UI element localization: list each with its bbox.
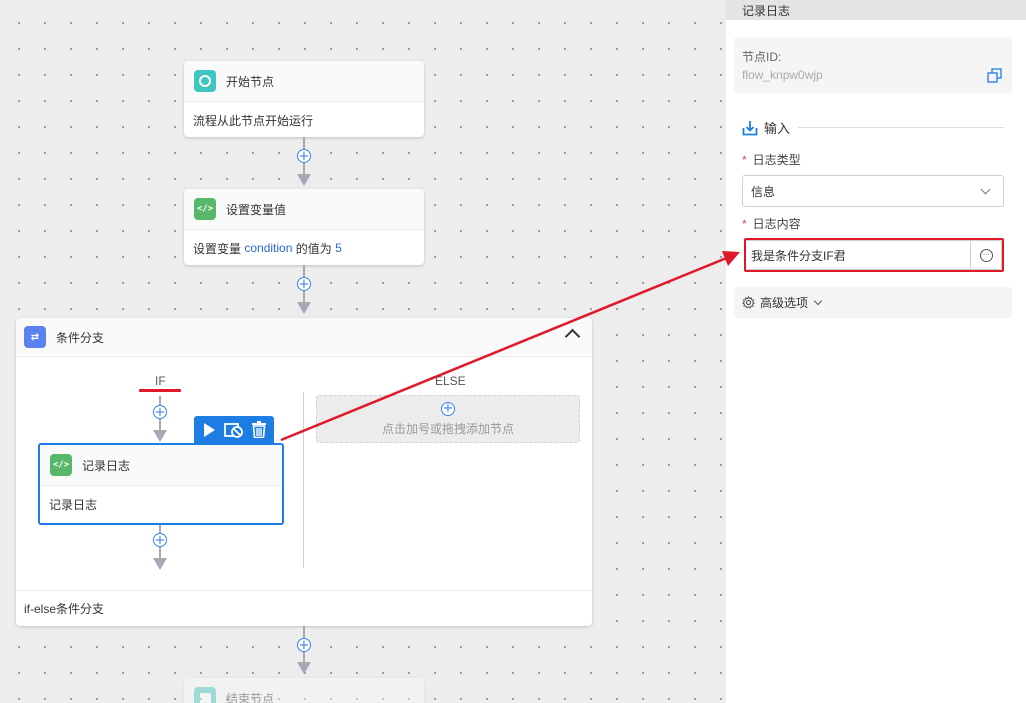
branch-divider [303, 392, 304, 568]
circle-start-icon [194, 70, 216, 92]
node-id-box: 节点ID: flow_knpw0wjp [734, 37, 1012, 93]
add-hint-text: 点击加号或拖拽添加节点 [381, 421, 514, 436]
chevron-down-icon [980, 184, 991, 195]
more-options-button[interactable]: ··· [970, 241, 1001, 269]
connector-arrow [297, 662, 311, 674]
start-node-title: 开始节点 [226, 74, 275, 89]
panel-header: 记录日志 [726, 0, 1026, 20]
connector-arrow [297, 302, 311, 314]
advanced-options-toggle[interactable]: 高级选项 [734, 287, 1012, 318]
end-node[interactable]: 结束节点 [184, 678, 424, 703]
add-node-plus-icon[interactable]: + [441, 401, 455, 416]
log-type-label: * 日志类型 [742, 153, 801, 167]
node-toolbar [194, 416, 274, 443]
set-variable-mid: 的值为 [292, 241, 336, 256]
more-icon: ··· [979, 248, 993, 262]
trash-icon[interactable] [251, 421, 267, 438]
add-node-plus-icon[interactable]: + [297, 149, 311, 163]
section-divider [798, 127, 1004, 128]
log-content-label: * 日志内容 [742, 217, 801, 231]
branch-header: ⇄ 条件分支 [16, 318, 592, 357]
log-node-header: </> 记录日志 [40, 445, 282, 486]
set-variable-title: 设置变量值 [226, 202, 287, 217]
branch-footer-text: if-else条件分支 [24, 602, 105, 616]
set-variable-header: </> 设置变量值 [184, 189, 424, 230]
set-variable-prefix: 设置变量 [193, 241, 245, 256]
branch-title: 条件分支 [56, 330, 105, 345]
end-node-header: 结束节点 [184, 678, 424, 703]
else-label: ELSE [435, 374, 466, 388]
branch-footer: if-else条件分支 [16, 590, 592, 626]
connector-arrow [153, 558, 167, 570]
add-node-plus-icon[interactable]: + [153, 533, 167, 547]
log-content-value: 我是条件分支IF君 [751, 248, 846, 263]
else-add-placeholder[interactable]: + 点击加号或拖拽添加节点 [316, 395, 580, 443]
connector-arrow [153, 430, 167, 442]
log-type-select[interactable]: 信息 [742, 175, 1004, 207]
end-node-title: 结束节点 [226, 691, 275, 703]
log-node-title: 记录日志 [82, 458, 131, 473]
disable-icon[interactable] [224, 422, 244, 438]
code-icon: </> [194, 198, 216, 220]
if-label: IF [155, 374, 166, 388]
input-section-label: 输入 [764, 121, 791, 136]
square-end-icon [194, 687, 216, 703]
connector-arrow [297, 174, 311, 186]
properties-panel: 记录日志 节点ID: flow_knpw0wjp 输入 * 日志类型 信息 * 日志… [726, 0, 1026, 703]
flow-canvas[interactable]: 开始节点 流程从此节点开始运行 + </> 设置变量值 设置变量 conditi… [0, 0, 726, 703]
code-icon: </> [50, 454, 72, 476]
add-node-plus-icon[interactable]: + [153, 405, 167, 419]
start-node[interactable]: 开始节点 流程从此节点开始运行 [184, 61, 424, 137]
node-id-label: 节点ID: [742, 50, 782, 64]
add-node-plus-icon[interactable]: + [297, 638, 311, 652]
node-id-value: flow_knpw0wjp [742, 68, 823, 82]
set-variable-node[interactable]: </> 设置变量值 设置变量 condition 的值为 5 [184, 189, 424, 265]
start-node-body: 流程从此节点开始运行 [193, 113, 314, 128]
add-node-plus-icon[interactable]: + [297, 277, 311, 291]
log-type-value: 信息 [751, 184, 776, 199]
if-label-underline [139, 389, 181, 392]
start-node-header: 开始节点 [184, 61, 424, 102]
advanced-options-label: 高级选项 [760, 296, 809, 310]
import-icon [742, 120, 758, 135]
copy-icon[interactable] [987, 68, 1002, 83]
gear-icon [742, 296, 755, 309]
variable-name: condition [244, 241, 293, 255]
input-section-title: 输入 [742, 118, 1004, 137]
set-variable-body: 设置变量 condition 的值为 5 [184, 230, 424, 266]
log-node-selected[interactable]: </> 记录日志 记录日志 [38, 443, 284, 525]
log-node-body: 记录日志 [49, 497, 98, 512]
variable-value: 5 [335, 241, 342, 255]
branch-icon: ⇄ [24, 326, 46, 348]
log-content-input[interactable]: 我是条件分支IF君 ··· [744, 240, 1002, 270]
chevron-down-icon [813, 296, 823, 306]
play-icon[interactable] [201, 422, 217, 438]
